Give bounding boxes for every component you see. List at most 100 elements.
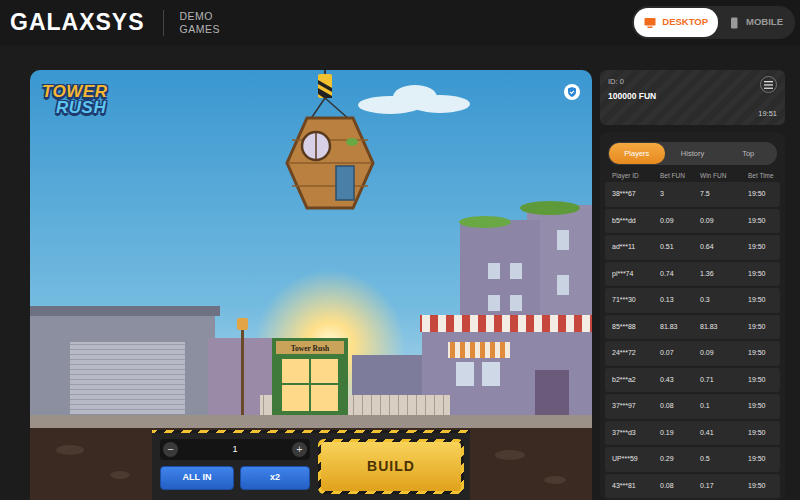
shop-sign: Tower Rush xyxy=(291,344,330,353)
bet-cell: b5***dd xyxy=(612,216,660,227)
quick-buttons: ALL IN x2 xyxy=(160,466,310,490)
bet-cell: pi***74 xyxy=(612,269,660,280)
bet-cell: 0.17 xyxy=(700,481,748,492)
app: GALAXSYS DEMO GAMES DESKTOP MOBILE xyxy=(0,0,800,500)
bet-cell: 1.36 xyxy=(700,269,748,280)
lamp-post xyxy=(237,318,248,420)
bet-cell: 0.19 xyxy=(660,428,700,439)
warehouse xyxy=(30,306,220,426)
game-frame[interactable]: Tower Rush xyxy=(30,70,592,500)
increase-bet-button[interactable]: + xyxy=(292,442,307,457)
bet-cell: 19:50 xyxy=(748,269,776,280)
bet-cell: UP***59 xyxy=(612,454,660,465)
bet-cell: 0.71 xyxy=(700,375,748,386)
view-option[interactable]: DESKTOP xyxy=(634,8,718,36)
bet-cell: 19:50 xyxy=(748,189,776,200)
column-header: Player ID xyxy=(612,171,660,181)
bet-cell: 0.08 xyxy=(660,401,700,412)
bet-cell: 7.5 xyxy=(700,189,748,200)
double-bet-button[interactable]: x2 xyxy=(240,466,310,490)
main-area: Tower Rush xyxy=(0,45,800,500)
phone-icon[interactable] xyxy=(728,17,740,29)
bet-cell: 0.13 xyxy=(660,295,700,306)
game-logo: TOWER RUSH xyxy=(42,84,107,116)
bets-tabs: PlayersHistoryTop xyxy=(608,142,777,165)
subtitle-line: GAMES xyxy=(180,23,220,36)
bet-cell: 0.74 xyxy=(660,269,700,280)
bet-cell: 19:50 xyxy=(748,481,776,492)
bets-list: 38***6737.519:50b5***dd0.090.0919:50ad**… xyxy=(605,182,780,500)
bet-amount[interactable]: 1 xyxy=(232,443,237,457)
shop: Tower Rush xyxy=(272,338,348,418)
column-header: Win FUN xyxy=(700,171,748,181)
bets-tab[interactable]: History xyxy=(665,143,721,164)
account-side: 19:51 xyxy=(758,76,777,119)
bets-tab[interactable]: Players xyxy=(609,143,665,164)
bet-cell: 0.29 xyxy=(660,454,700,465)
decrease-bet-button[interactable]: − xyxy=(163,442,178,457)
side-panel: ID: 0 100000 FUN 19:51 PlayersHistoryT xyxy=(600,70,785,500)
bet-row: 85***8881.8381.8319:50 xyxy=(605,315,780,340)
logo-line: RUSH xyxy=(42,100,107,116)
brand-logo[interactable]: GALAXSYS xyxy=(10,11,145,34)
bet-column: − 1 + ALL IN x2 xyxy=(160,439,310,494)
bet-cell: 0.43 xyxy=(660,375,700,386)
bet-cell: b2***a2 xyxy=(612,375,660,386)
bet-cell: 19:50 xyxy=(748,454,776,465)
bet-cell: 0.08 xyxy=(660,481,700,492)
bets-tab[interactable]: Top xyxy=(720,143,776,164)
bet-cell: 19:50 xyxy=(748,242,776,253)
bet-cell: ad***11 xyxy=(612,242,660,253)
bet-cell: 37***97 xyxy=(612,401,660,412)
bet-row: UP***590.290.519:50 xyxy=(605,447,780,472)
bet-cell: 19:50 xyxy=(748,348,776,359)
bet-cell: 0.3 xyxy=(700,295,748,306)
bet-cell: 19:50 xyxy=(748,322,776,333)
bet-row: 37***d30.190.4119:50 xyxy=(605,421,780,446)
bet-cell: 19:50 xyxy=(748,295,776,306)
account-info: ID: 0 100000 FUN xyxy=(608,76,656,119)
menu-button[interactable] xyxy=(760,76,777,93)
bet-row: ad***110.510.6419:50 xyxy=(605,235,780,260)
bet-row: 38***6737.519:50 xyxy=(605,182,780,207)
bet-row: 43***810.080.1719:50 xyxy=(605,474,780,499)
view-option-label[interactable]: DESKTOP xyxy=(662,15,708,29)
bet-row: pi***740.741.3619:50 xyxy=(605,262,780,287)
bet-cell: 0.09 xyxy=(700,348,748,359)
bet-row: 24***720.070.0919:50 xyxy=(605,341,780,366)
bet-cell: 19:50 xyxy=(748,375,776,386)
bet-cell: 81.83 xyxy=(700,322,748,333)
bet-cell: 71***30 xyxy=(612,295,660,306)
all-in-button[interactable]: ALL IN xyxy=(160,466,234,490)
bet-cell: 0.09 xyxy=(700,216,748,227)
build-button[interactable]: BUILD xyxy=(321,442,461,491)
brand-subtitle: DEMO GAMES xyxy=(180,10,220,35)
cloud xyxy=(358,85,470,114)
brand-divider xyxy=(163,10,164,36)
tower-block xyxy=(287,118,373,208)
view-option-label[interactable]: MOBILE xyxy=(746,15,783,29)
bet-cell: 0.07 xyxy=(660,348,700,359)
bet-cell: 0.51 xyxy=(660,242,700,253)
bet-cell: 24***72 xyxy=(612,348,660,359)
fairness-shield-icon[interactable] xyxy=(564,84,580,100)
ground xyxy=(30,428,592,500)
bet-cell: 0.1 xyxy=(700,401,748,412)
bets-panel: PlayersHistoryTop Player IDBet FUNWin FU… xyxy=(600,132,785,500)
bet-cell: 0.64 xyxy=(700,242,748,253)
column-header: Bet FUN xyxy=(660,171,700,181)
bet-cell: 81.83 xyxy=(660,322,700,333)
monitor-icon[interactable] xyxy=(644,17,656,29)
bet-cell: 19:50 xyxy=(748,216,776,227)
clock: 19:51 xyxy=(758,108,777,119)
bet-cell: 19:50 xyxy=(748,401,776,412)
account-balance: 100000 FUN xyxy=(608,90,656,103)
bet-cell: 0.09 xyxy=(660,216,700,227)
bet-cell: 0.41 xyxy=(700,428,748,439)
bet-row: 71***300.130.319:50 xyxy=(605,288,780,313)
bet-controls: − 1 + ALL IN x2 BUILD xyxy=(152,430,470,500)
bet-amount-field[interactable]: − 1 + xyxy=(160,439,310,460)
view-option[interactable]: MOBILE xyxy=(718,8,793,36)
bet-cell: 85***88 xyxy=(612,322,660,333)
menu-icon[interactable] xyxy=(764,81,773,89)
